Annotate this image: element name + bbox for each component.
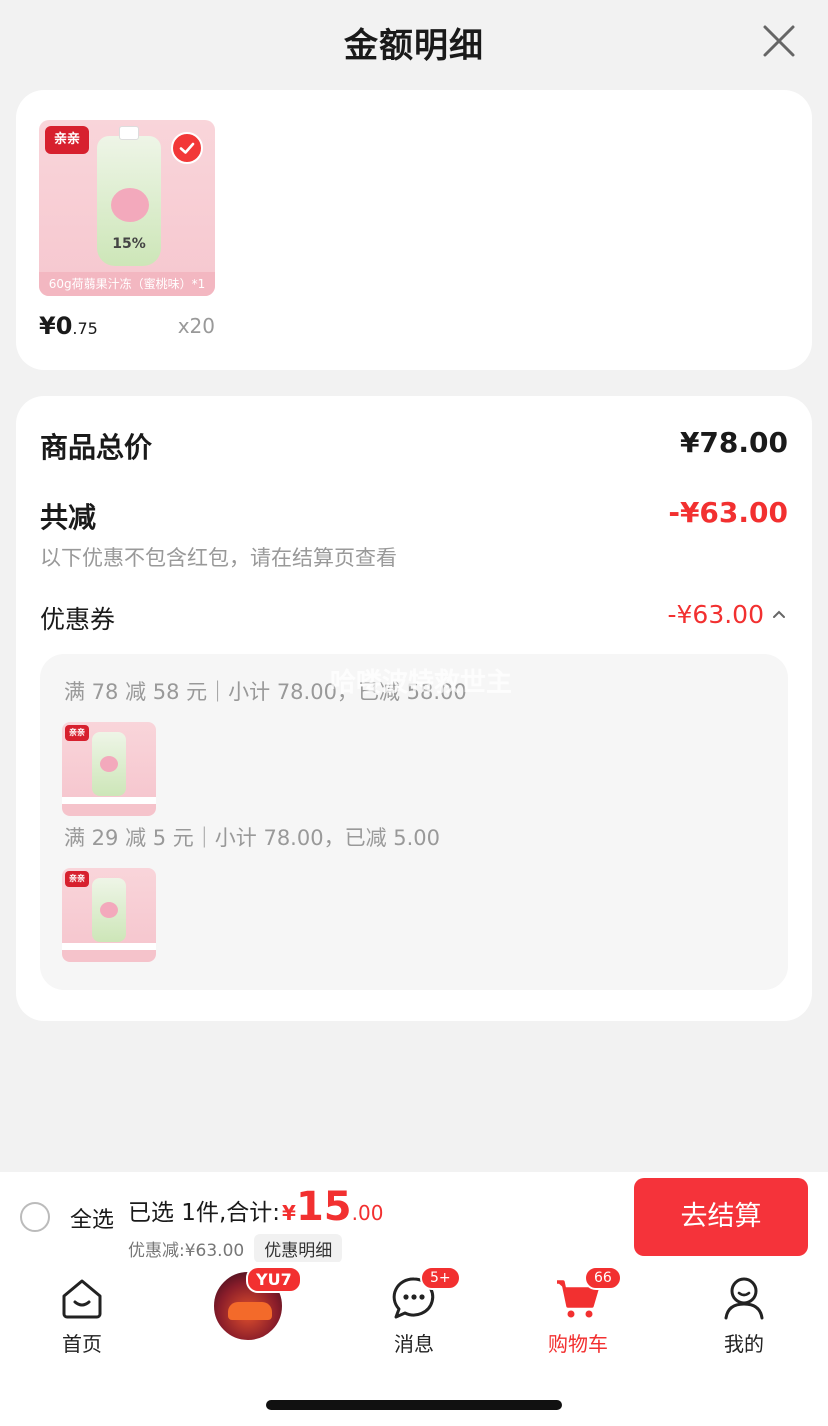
selected-summary: 已选 1件,合计: ¥ 15 .00 xyxy=(128,1184,384,1230)
checkout-bar: 全选 已选 1件,合计: ¥ 15 .00 优惠减:¥63.00 优惠明细 去结… xyxy=(0,1172,828,1263)
tab-me[interactable]: 我的 xyxy=(684,1274,804,1357)
product-price: ¥0.75 xyxy=(39,312,98,340)
coupon-label: 优惠券 xyxy=(40,605,116,634)
pouch-illustration: 15% xyxy=(97,126,161,266)
watermark-text: 哈喽波特救世主 xyxy=(330,668,513,698)
product-price-row: ¥0.75 x20 xyxy=(39,306,215,346)
total-price-row: 商品总价 ¥78.00 xyxy=(40,426,788,466)
discount-line: 优惠减:¥63.00 优惠明细 xyxy=(128,1234,343,1263)
discount-detail-button[interactable]: 优惠明细 xyxy=(254,1234,343,1263)
select-all-label[interactable]: 全选 xyxy=(70,1202,114,1234)
cart-icon: 66 xyxy=(554,1266,622,1322)
coupon-product-image: 亲亲 xyxy=(62,868,156,962)
close-icon[interactable] xyxy=(762,24,796,58)
discount-note: 以下优惠不包含红包，请在结算页查看 xyxy=(40,546,397,570)
total-reduce-label: 共减 xyxy=(40,501,97,534)
product-image-caption: 60g荷蒻果汁冻（蜜桃味）*1 xyxy=(39,272,215,296)
header: 金额明细 xyxy=(0,0,828,84)
tab-cart[interactable]: 66 购物车 xyxy=(518,1266,638,1357)
cart-badge: 66 xyxy=(584,1266,622,1290)
checkout-button[interactable]: 去结算 xyxy=(634,1178,808,1256)
home-indicator xyxy=(266,1400,562,1410)
discount-amount: 优惠减:¥63.00 xyxy=(128,1241,245,1261)
total-reduce-value: -¥63.00 xyxy=(668,496,788,529)
brand-logo: 亲亲 xyxy=(65,871,89,887)
product-item[interactable]: 亲亲 15% 60g荷蒻果汁冻（蜜桃味）*1 ¥0.75 x20 xyxy=(39,120,215,346)
total-reduce-row: 共减 -¥63.00 xyxy=(40,496,788,536)
coupon-product-image: 亲亲 xyxy=(62,722,156,816)
messages-badge: 5+ xyxy=(420,1266,461,1290)
product-card: 亲亲 15% 60g荷蒻果汁冻（蜜桃味）*1 ¥0.75 x20 xyxy=(16,90,812,370)
coupon-line: 满 29 减 5 元｜小计 78.00，已减 5.00 xyxy=(64,826,441,850)
brand-logo: 亲亲 xyxy=(65,725,89,741)
user-icon xyxy=(720,1274,768,1322)
product-image[interactable]: 亲亲 15% 60g荷蒻果汁冻（蜜桃味）*1 xyxy=(39,120,215,296)
coupon-row[interactable]: 优惠券 -¥63.00 xyxy=(40,600,788,640)
total-price-value: ¥78.00 xyxy=(679,426,788,459)
coupon-value[interactable]: -¥63.00 xyxy=(668,600,789,629)
coupon-detail-box: 满 78 减 58 元｜小计 78.00，已减 58.00 亲亲 满 29 减 … xyxy=(40,654,788,990)
total-price-label: 商品总价 xyxy=(40,431,153,464)
page-title: 金额明细 xyxy=(344,26,484,66)
message-icon: 5+ xyxy=(390,1266,461,1322)
select-all-radio[interactable] xyxy=(20,1202,50,1232)
amount-detail-card: 商品总价 ¥78.00 共减 -¥63.00 以下优惠不包含红包，请在结算页查看… xyxy=(16,396,812,1021)
tab-home[interactable]: 首页 xyxy=(22,1274,142,1357)
avatar-badge: YU7 xyxy=(246,1266,302,1293)
brand-logo: 亲亲 xyxy=(45,126,89,154)
home-icon xyxy=(58,1274,106,1322)
product-quantity: x20 xyxy=(177,314,215,338)
tab-messages[interactable]: 5+ 消息 xyxy=(354,1266,474,1357)
product-percent: 15% xyxy=(112,236,146,252)
chevron-up-icon[interactable] xyxy=(770,606,788,624)
selected-check-icon[interactable] xyxy=(171,132,203,164)
